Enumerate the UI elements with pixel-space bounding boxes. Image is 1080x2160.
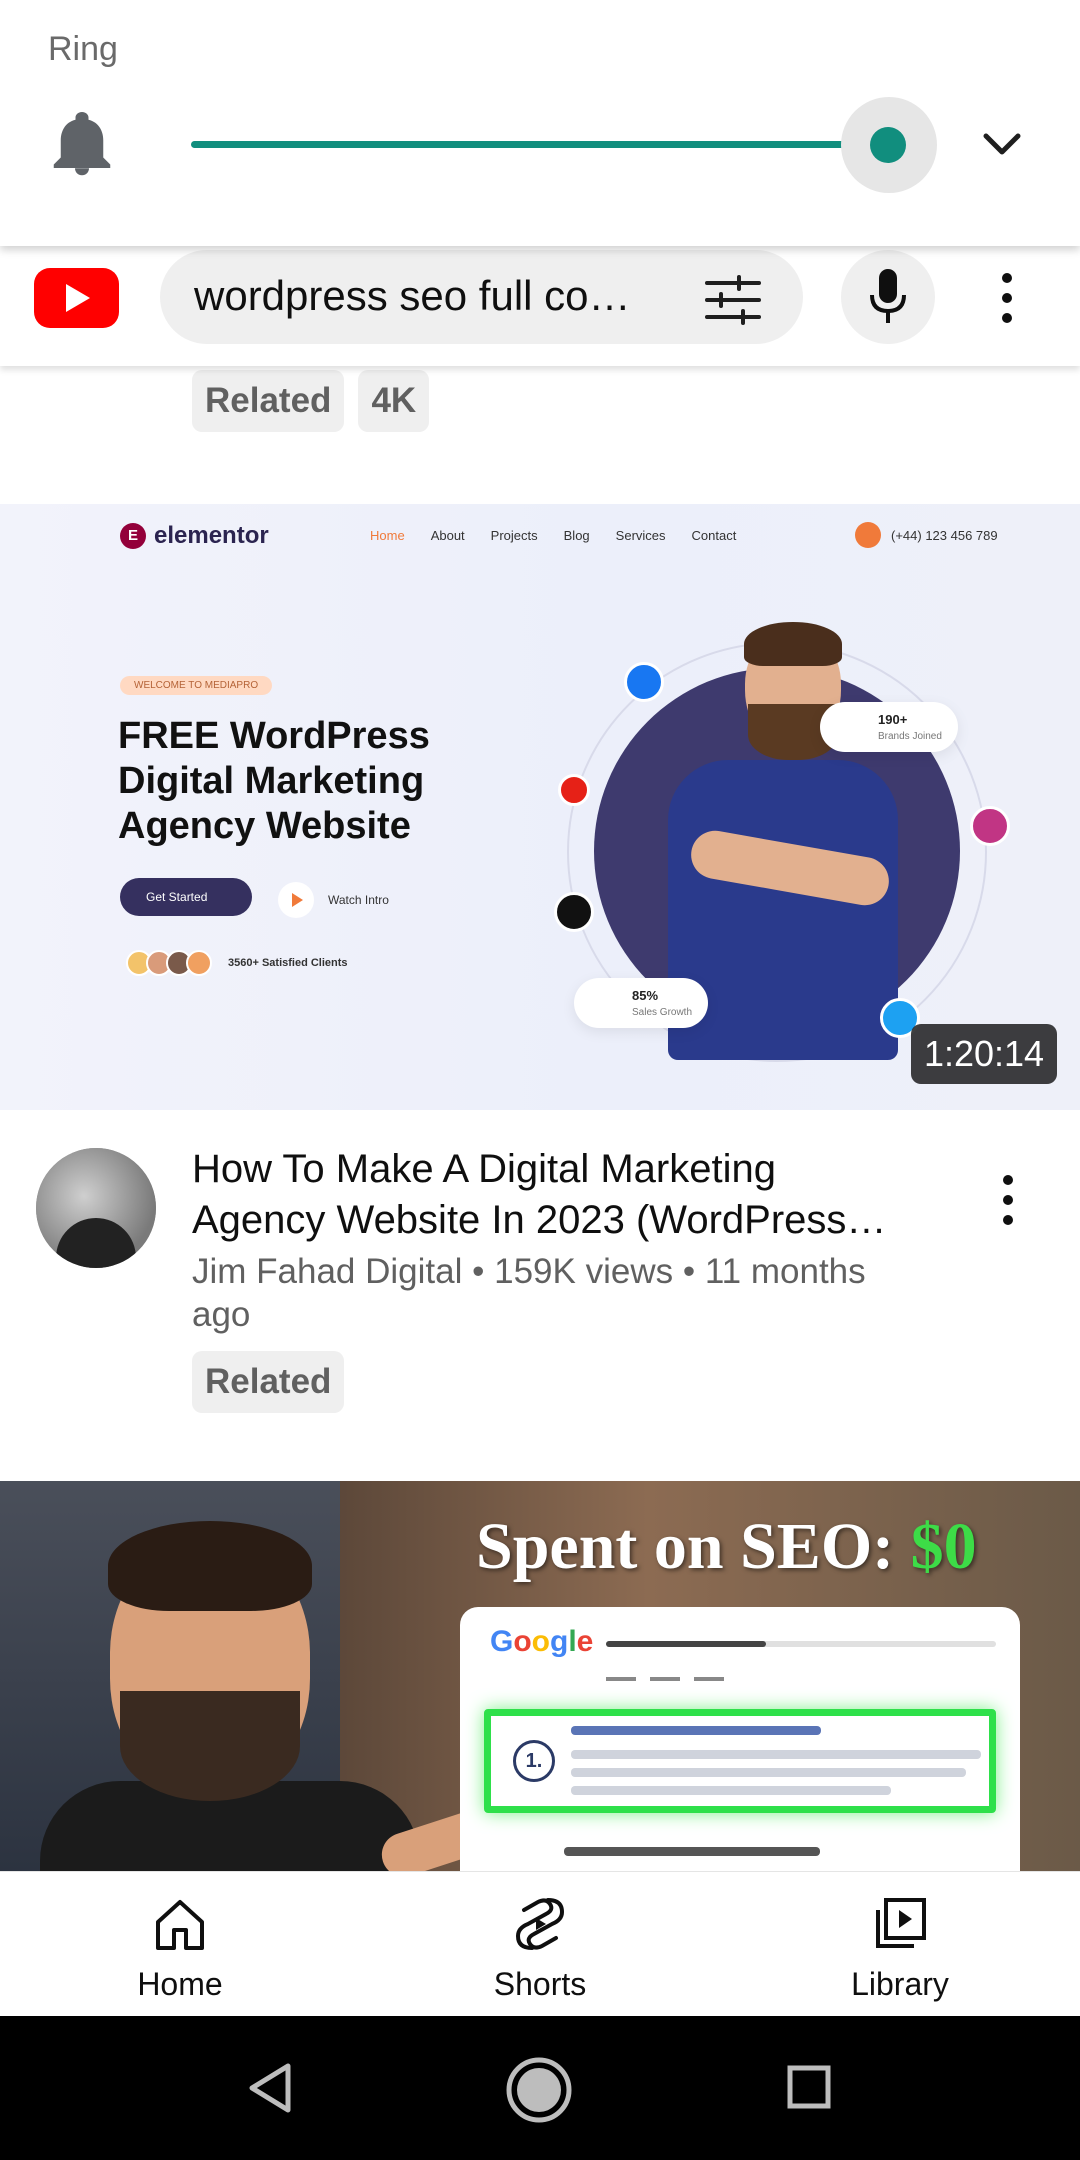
- chip-related: Related: [192, 370, 345, 432]
- thumb-nav-item: Contact: [691, 528, 737, 543]
- client-avatars: [126, 950, 212, 976]
- video-thumbnail[interactable]: Spent on SEO: $0 Google 1.: [0, 1481, 1080, 1871]
- thumb-headline: FREE WordPress Digital Marketing Agency …: [118, 715, 430, 847]
- thumb-search-card: Google 1.: [460, 1607, 1020, 1871]
- nav-library[interactable]: Library: [800, 1872, 1000, 2017]
- youtube-logo-icon[interactable]: [34, 268, 119, 328]
- library-icon: [876, 1898, 926, 1948]
- thumb-cta-primary: Get Started: [120, 878, 252, 916]
- thumb-watch-label: Watch Intro: [328, 893, 389, 907]
- result-line: [571, 1768, 966, 1777]
- filter-icon[interactable]: [703, 275, 763, 325]
- volume-stream-label: Ring: [48, 30, 118, 68]
- elementor-logo: E elementor: [120, 522, 269, 550]
- thumb-headline-value: $0: [910, 1510, 977, 1583]
- tiktok-icon: [554, 892, 594, 932]
- thumb-welcome: WELCOME TO MEDIAPRO: [120, 676, 273, 695]
- youtube-icon: [558, 774, 590, 806]
- thumb-nav-item: Blog: [563, 528, 590, 543]
- thumb-headline-text: Spent on SEO:: [476, 1510, 911, 1583]
- phone-icon: [855, 522, 881, 548]
- mic-button[interactable]: [841, 250, 935, 344]
- stat-label: Brands Joined: [878, 731, 942, 742]
- volume-slider-thumb[interactable]: [870, 127, 906, 163]
- recents-icon[interactable]: [786, 2064, 832, 2110]
- result-line: [571, 1750, 981, 1759]
- instagram-icon: [970, 806, 1010, 846]
- thumb-person-beard: [120, 1691, 300, 1801]
- google-logo: Google: [490, 1625, 594, 1658]
- search-query[interactable]: wordpress seo full co…: [194, 272, 631, 320]
- chevron-down-icon[interactable]: [980, 130, 1024, 160]
- thumb-nav-item: Home: [370, 528, 405, 543]
- elementor-logo-icon: E: [120, 523, 146, 549]
- stat-value: 85%: [632, 988, 659, 1003]
- video-title[interactable]: How To Make A Digital Marketing Agency W…: [192, 1144, 912, 1246]
- thumb-nav-item: Services: [615, 528, 666, 543]
- thumb-nav-item: About: [430, 528, 465, 543]
- video-subtitle: Jim Fahad Digital • 159K views • 11 mont…: [192, 1250, 932, 1336]
- home-icon: [156, 1900, 204, 1950]
- thumb-nav: Home About Projects Blog Services Contac…: [370, 528, 736, 543]
- nav-home-label: Home: [137, 1966, 223, 2002]
- thumb-stat-card: 85% Sales Growth: [574, 978, 709, 1028]
- thumb-cta-secondary: Watch Intro: [278, 882, 389, 918]
- mic-icon: [870, 269, 906, 323]
- nav-shorts[interactable]: Shorts: [440, 1872, 640, 2017]
- thumb-clients-text: 3560+ Satisfied Clients: [228, 957, 348, 969]
- home-circle-icon[interactable]: [505, 2056, 573, 2124]
- result-line: [564, 1847, 820, 1856]
- thumb-phone-number: (+44) 123 456 789: [891, 527, 998, 543]
- volume-panel: Ring: [0, 0, 1080, 246]
- volume-slider-track[interactable]: [191, 141, 888, 148]
- view-count: 159K views: [494, 1252, 674, 1291]
- stat-label: Sales Growth: [632, 1007, 693, 1018]
- thumb-person-hair: [108, 1521, 312, 1611]
- nav-shorts-label: Shorts: [493, 1966, 587, 2002]
- chip-4k: 4K: [358, 370, 430, 432]
- play-icon: [278, 882, 314, 918]
- system-navigation-bar: [0, 2016, 1080, 2160]
- chip-related: Related: [192, 1351, 345, 1413]
- back-icon[interactable]: [246, 2062, 294, 2114]
- nav-home[interactable]: Home: [80, 1872, 280, 2017]
- thumb-person-hair: [744, 622, 842, 666]
- video-duration: 1:20:14: [911, 1024, 1057, 1084]
- search-box[interactable]: wordpress seo full co…: [160, 250, 803, 344]
- thumb-phone: (+44) 123 456 789: [855, 522, 998, 548]
- channel-avatar[interactable]: [36, 1148, 156, 1268]
- stat-value: 190+: [878, 712, 908, 727]
- more-vert-icon[interactable]: [996, 1172, 1020, 1228]
- separator-dot: •: [682, 1252, 705, 1291]
- thumb-nav-item: Projects: [490, 528, 538, 543]
- facebook-icon: [624, 662, 664, 702]
- video-thumbnail[interactable]: E elementor Home About Projects Blog Ser…: [0, 504, 1080, 1110]
- thumb-brand: elementor: [154, 522, 269, 549]
- thumb-headline: Spent on SEO: $0: [476, 1509, 977, 1585]
- thumb-clients: 3560+ Satisfied Clients: [126, 950, 348, 976]
- result-line: [571, 1726, 821, 1735]
- thumb-search-tabs: [606, 1677, 724, 1681]
- nav-library-label: Library: [851, 1966, 949, 2002]
- more-vert-icon[interactable]: [995, 270, 1019, 326]
- result-rank: 1.: [513, 1740, 555, 1782]
- video-chips-prev: Related 4K: [192, 370, 430, 432]
- shorts-icon: [515, 1898, 565, 1950]
- bottom-navigation: Home Shorts Library: [0, 1871, 1080, 2016]
- thumb-search-bar: [606, 1641, 996, 1647]
- separator-dot: •: [472, 1252, 495, 1291]
- search-header: wordpress seo full co…: [0, 240, 1080, 366]
- result-line: [571, 1786, 891, 1795]
- thumb-top-result: 1.: [484, 1709, 996, 1813]
- bell-icon[interactable]: [52, 110, 112, 178]
- video-meta: How To Make A Digital Marketing Agency W…: [0, 1110, 1080, 1480]
- thumb-stat-card: 190+ Brands Joined: [820, 702, 958, 752]
- channel-name: Jim Fahad Digital: [192, 1252, 463, 1291]
